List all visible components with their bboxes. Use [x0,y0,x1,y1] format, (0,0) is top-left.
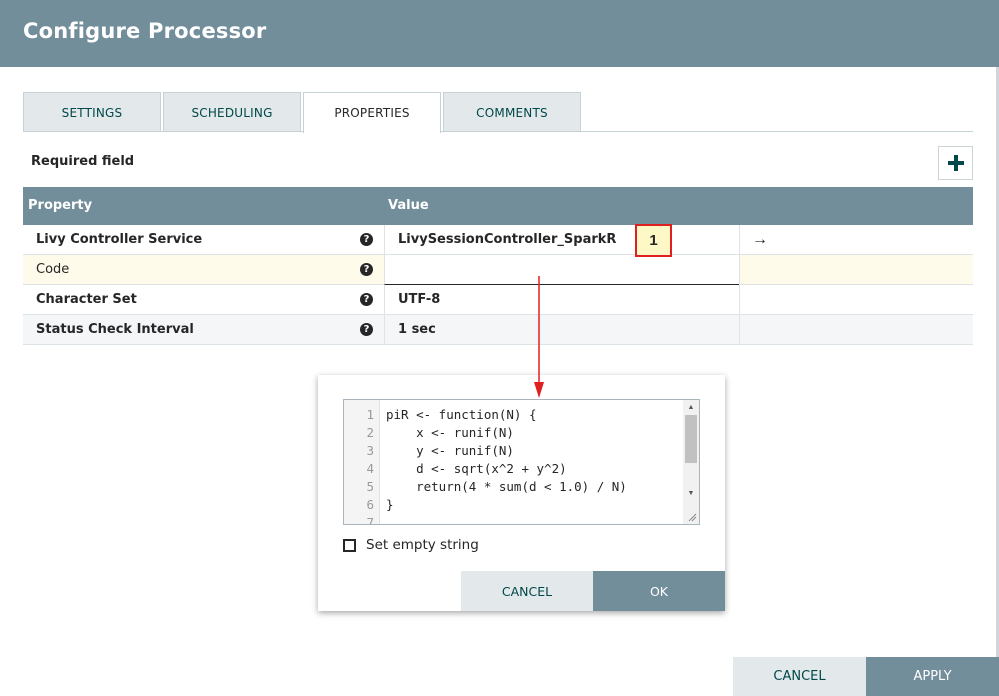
plus-icon [947,155,964,171]
table-row[interactable]: Code ? [23,255,973,285]
line-number: 7 [366,515,374,525]
column-header-value: Value [388,198,429,213]
property-value: UTF-8 [398,292,441,307]
go-to-arrow-icon[interactable]: → [752,231,768,249]
help-icon[interactable]: ? [360,233,373,246]
property-value: LivySessionController_SparkR [398,232,617,247]
line-number-gutter: 1 2 3 4 5 6 7 [344,400,380,524]
line-number: 1 [366,407,374,422]
tab-divider [23,131,973,132]
annotation-callout: 1 [635,224,672,257]
line-number: 2 [366,425,374,440]
value-cell[interactable]: LivySessionController_SparkR [384,225,739,255]
action-cell [739,315,973,345]
property-name: Character Set [36,292,137,307]
editor-scrollbar[interactable]: ▲ ▼ [683,400,699,524]
line-number: 3 [366,443,374,458]
properties-table: Property Value Livy Controller Service ?… [23,187,973,345]
table-row[interactable]: Character Set ? UTF-8 [23,285,973,315]
table-header: Property Value [23,187,973,225]
code-line: x <- runif(N) [386,425,514,440]
code-line: y <- runif(N) [386,443,514,458]
tab-scheduling[interactable]: SCHEDULING [163,92,301,132]
value-cell[interactable]: 1 sec [384,315,739,345]
help-icon[interactable]: ? [360,263,373,276]
table-row[interactable]: Status Check Interval ? 1 sec [23,315,973,345]
help-icon[interactable]: ? [360,293,373,306]
scroll-up-icon[interactable]: ▲ [683,400,699,414]
set-empty-string-checkbox[interactable] [343,538,356,552]
table-row[interactable]: Livy Controller Service ? LivySessionCon… [23,225,973,255]
required-field-label: Required field [31,154,135,169]
apply-button[interactable]: APPLY [866,657,999,696]
line-number: 6 [366,497,374,512]
code-line: } [386,497,394,512]
action-cell [739,285,973,315]
code-editor-popup: 1 2 3 4 5 6 7 piR <- function(N) { x <- … [318,375,725,611]
annotation-arrow [534,276,544,398]
dialog-header: Configure Processor [0,0,999,67]
resize-grip-icon[interactable] [687,512,697,522]
tab-settings[interactable]: SETTINGS [23,92,161,132]
editor-ok-button[interactable]: OK [593,571,725,611]
line-number: 5 [366,479,374,494]
set-empty-string-label: Set empty string [366,537,479,553]
action-cell [739,255,973,285]
property-name: Livy Controller Service [36,232,203,247]
property-cell: Code ? [23,255,384,285]
code-line: piR <- function(N) { [386,407,537,422]
action-cell: → [739,225,973,255]
value-cell[interactable]: UTF-8 [384,285,739,315]
value-cell-editing[interactable] [384,255,739,285]
property-name: Code [36,262,70,277]
cancel-button[interactable]: CANCEL [733,657,866,696]
property-cell: Character Set ? [23,285,384,315]
property-name: Status Check Interval [36,322,194,337]
add-property-button[interactable] [938,146,973,180]
code-line: return(4 * sum(d < 1.0) / N) [386,479,627,494]
code-line: d <- sqrt(x^2 + y^2) [386,461,567,476]
tab-properties[interactable]: PROPERTIES [303,92,441,133]
help-icon[interactable]: ? [360,323,373,336]
property-cell: Status Check Interval ? [23,315,384,345]
property-cell: Livy Controller Service ? [23,225,384,255]
scrollbar-thumb[interactable] [685,415,697,463]
column-header-property: Property [28,198,93,213]
code-editor[interactable]: 1 2 3 4 5 6 7 piR <- function(N) { x <- … [343,399,700,525]
property-value: 1 sec [398,322,436,337]
dialog-title: Configure Processor [23,19,267,43]
tab-comments[interactable]: COMMENTS [443,92,581,132]
set-empty-string-option[interactable]: Set empty string [343,537,479,553]
editor-cancel-button[interactable]: CANCEL [461,571,593,611]
scroll-down-icon[interactable]: ▼ [683,486,699,500]
line-number: 4 [366,461,374,476]
